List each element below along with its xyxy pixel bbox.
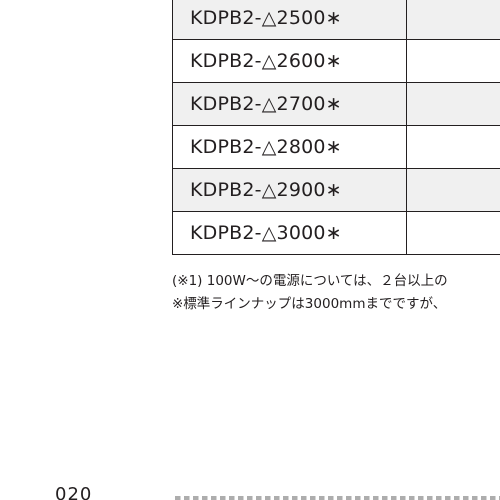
footer-text-cropped [175,496,500,500]
model-table-body: KDPB2-△2500∗ KDPB2-△2600∗ KDPB2-△2700∗ KDPB… [172,0,500,255]
model-code-cell: KDPB2-△2600∗ [172,39,407,83]
model-code-cell: KDPB2-△2800∗ [172,125,407,169]
empty-cell [406,39,500,83]
page-number: 020 [55,484,93,500]
empty-cell [406,168,500,212]
model-code-cell: KDPB2-△2700∗ [172,82,407,126]
footnote-power-supply: (※1) 100W～の電源については、２台以上の [172,273,448,289]
model-table: KDPB2-△2500∗ KDPB2-△2600∗ KDPB2-△2700∗ KDPB… [172,0,500,255]
empty-cell [406,0,500,40]
empty-cell [406,125,500,169]
model-code-cell: KDPB2-△2500∗ [172,0,407,40]
table-row: KDPB2-△2900∗ [172,168,500,212]
empty-cell [406,82,500,126]
footnotes: (※1) 100W～の電源については、２台以上の ※標準ラインナップは3000m… [172,270,500,316]
table-row: KDPB2-△2500∗ [172,0,500,40]
footnote-standard-lineup: ※標準ラインナップは3000mmまでですが、 [172,296,447,312]
model-code-cell: KDPB2-△3000∗ [172,211,407,255]
table-row: KDPB2-△2800∗ [172,125,500,169]
table-row: KDPB2-△2600∗ [172,39,500,83]
model-code-cell: KDPB2-△2900∗ [172,168,407,212]
document-page: KDPB2-△2500∗ KDPB2-△2600∗ KDPB2-△2700∗ KDPB… [0,0,500,500]
table-row: KDPB2-△2700∗ [172,82,500,126]
empty-cell [406,211,500,255]
table-row: KDPB2-△3000∗ [172,211,500,255]
